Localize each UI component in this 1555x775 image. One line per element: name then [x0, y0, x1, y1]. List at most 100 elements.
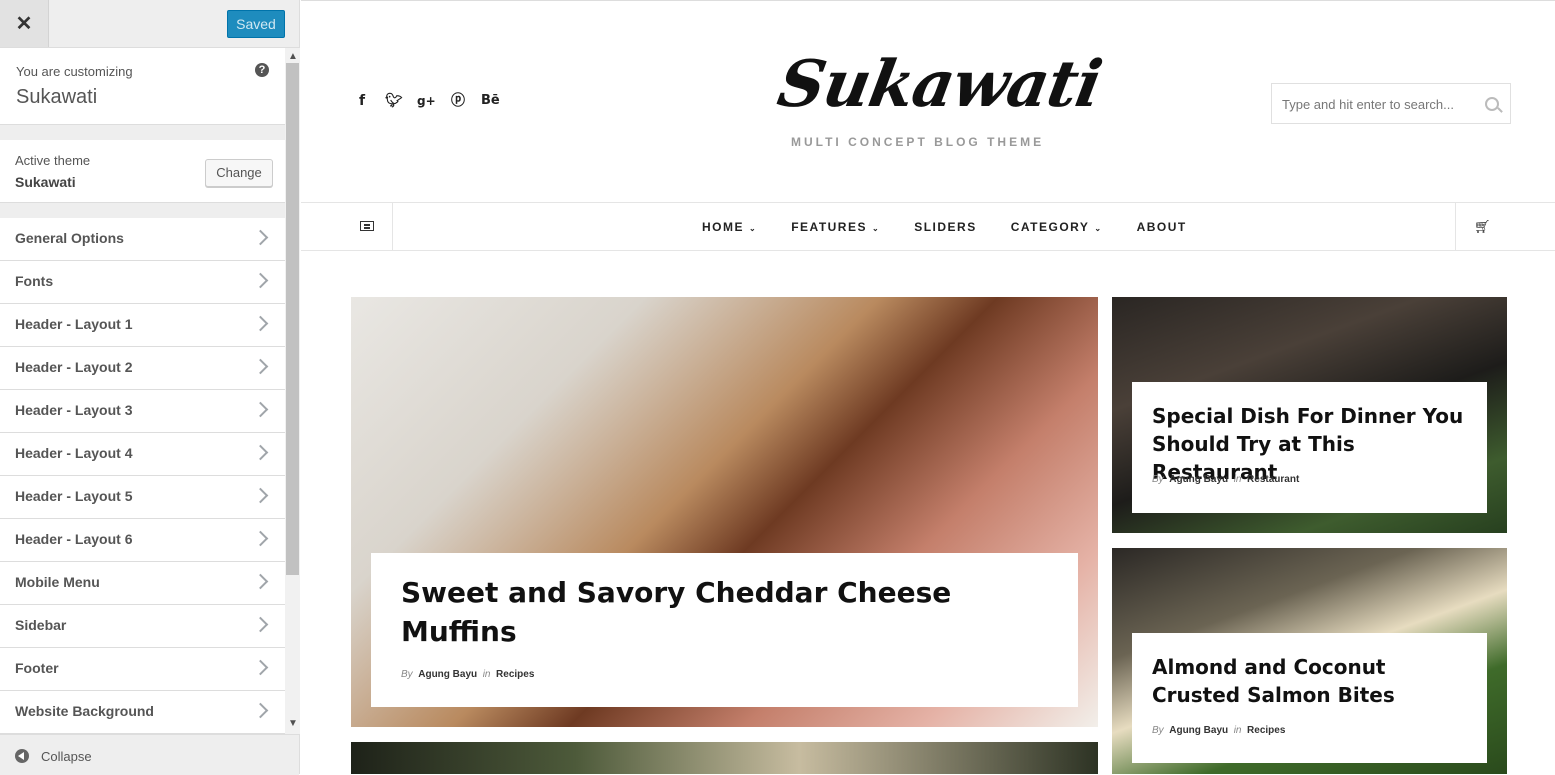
meta-in: in [1233, 474, 1242, 485]
scrollbar-thumb[interactable] [286, 63, 299, 575]
panel-header-layout-4[interactable]: Header - Layout 4 [0, 433, 285, 476]
site-logo[interactable]: Sukawati MULTI CONCEPT BLOG THEME [772, 47, 1106, 149]
chevron-right-icon [252, 702, 269, 719]
nav-item-sliders[interactable]: SLIDERS [914, 220, 977, 234]
panel-footer[interactable]: Footer [0, 648, 285, 691]
chevron-right-icon [252, 229, 269, 246]
post-category[interactable]: Recipes [1247, 725, 1285, 736]
customizer-footer: Collapse [0, 734, 299, 775]
nav-item-category[interactable]: CATEGORY ⌄ [1011, 220, 1103, 234]
meta-by: By [1152, 474, 1164, 485]
meta-in: in [1233, 725, 1242, 736]
panel-label: Footer [15, 660, 59, 676]
site-tagline: MULTI CONCEPT BLOG THEME [791, 135, 1045, 149]
panel-label: Header - Layout 2 [15, 359, 133, 375]
side-post-card: Almond and Coconut Crusted Salmon Bites … [1132, 633, 1487, 763]
panel-website-background[interactable]: Website Background [0, 691, 285, 734]
meta-by: By [401, 669, 413, 680]
chevron-right-icon [252, 487, 269, 504]
collapse-icon[interactable] [15, 749, 29, 763]
panel-label: Header - Layout 1 [15, 316, 133, 332]
customizing-site-title: Sukawati [16, 86, 98, 108]
panel-label: Header - Layout 5 [15, 488, 133, 504]
customizer-scrollbar[interactable]: ▲ ▼ [285, 48, 300, 734]
post-category[interactable]: Recipes [496, 669, 534, 680]
panel-header-layout-2[interactable]: Header - Layout 2 [0, 347, 285, 390]
close-icon: ✕ [15, 12, 33, 35]
nav-label: ABOUT [1136, 219, 1187, 234]
customizer-panel: ✕ Saved You are customizing Sukawati ? A… [0, 0, 300, 775]
panel-header-layout-6[interactable]: Header - Layout 6 [0, 519, 285, 562]
behance-icon[interactable]: Bē [481, 92, 500, 110]
social-links: f 🐦︎ g+ ⓟ Bē [353, 92, 500, 110]
panel-fonts[interactable]: Fonts [0, 261, 285, 304]
main-navigation: HOME ⌄ FEATURES ⌄ SLIDERS CATEGORY ⌄ ABOUT … [301, 202, 1555, 251]
chevron-right-icon [252, 315, 269, 332]
change-theme-button[interactable]: Change [205, 159, 273, 187]
panel-label: General Options [15, 230, 124, 246]
panel-label: Header - Layout 4 [15, 445, 133, 461]
close-button[interactable]: ✕ [0, 0, 49, 47]
chevron-down-icon: ⌄ [871, 223, 881, 233]
newspaper-icon [360, 221, 374, 231]
facebook-icon[interactable]: f [353, 92, 371, 110]
chevron-right-icon [252, 530, 269, 547]
site-preview: f 🐦︎ g+ ⓟ Bē Sukawati MULTI CONCEPT BLOG… [301, 0, 1555, 774]
saved-button[interactable]: Saved [227, 10, 285, 38]
meta-by: By [1152, 725, 1164, 736]
nav-label: SLIDERS [914, 219, 977, 234]
search-icon[interactable] [1485, 97, 1499, 111]
nav-label: CATEGORY [1010, 219, 1090, 234]
chevron-right-icon [252, 616, 269, 633]
chevron-right-icon [252, 401, 269, 418]
panel-label: Header - Layout 3 [15, 402, 133, 418]
help-icon[interactable]: ? [255, 63, 269, 77]
news-toggle[interactable] [301, 203, 393, 250]
customizer-header: ✕ Saved [0, 0, 299, 48]
post-author[interactable]: Agung Bayu [1169, 725, 1228, 736]
customizing-label: You are customizing [16, 64, 133, 79]
customizing-info: You are customizing Sukawati ? [0, 48, 285, 125]
scroll-up-arrow-icon[interactable]: ▲ [288, 51, 298, 62]
search-input[interactable] [1282, 94, 1472, 114]
spacer [0, 125, 285, 140]
post-title[interactable]: Almond and Coconut Crusted Salmon Bites [1152, 653, 1472, 709]
nav-label: HOME [702, 219, 744, 234]
nav-item-features[interactable]: FEATURES ⌄ [791, 220, 880, 234]
post-meta: By Agung Bayu in Recipes [1152, 725, 1285, 736]
google-plus-icon[interactable]: g+ [417, 92, 436, 110]
post-image[interactable] [351, 742, 1098, 774]
collapse-button[interactable]: Collapse [41, 749, 92, 764]
logo-text: Sukawati [772, 47, 1107, 122]
panel-label: Fonts [15, 273, 54, 289]
scroll-down-arrow-icon[interactable]: ▼ [288, 718, 298, 729]
post-meta: By Agung Bayu in Recipes [401, 669, 534, 680]
panel-sidebar[interactable]: Sidebar [0, 605, 285, 648]
cart-button[interactable]: 🛒︎ [1455, 203, 1555, 250]
panel-header-layout-5[interactable]: Header - Layout 5 [0, 476, 285, 519]
panel-header-layout-1[interactable]: Header - Layout 1 [0, 304, 285, 347]
chevron-right-icon [252, 573, 269, 590]
side-post-card: Special Dish For Dinner You Should Try a… [1132, 382, 1487, 513]
twitter-icon[interactable]: 🐦︎ [385, 92, 403, 110]
featured-post-card: Sweet and Savory Cheddar Cheese Muffins … [371, 553, 1078, 707]
pinterest-icon[interactable]: ⓟ [449, 92, 467, 110]
panel-header-layout-3[interactable]: Header - Layout 3 [0, 390, 285, 433]
active-theme-name: Sukawati [15, 174, 76, 190]
post-meta: By Agung Bayu in Restaurant [1152, 474, 1299, 485]
nav-item-about[interactable]: ABOUT [1137, 220, 1187, 234]
post-author[interactable]: Agung Bayu [1169, 474, 1228, 485]
post-author[interactable]: Agung Bayu [418, 669, 477, 680]
post-title[interactable]: Sweet and Savory Cheddar Cheese Muffins [401, 573, 961, 651]
post-category[interactable]: Restaurant [1247, 474, 1299, 485]
active-theme-section: Active theme Sukawati Change [0, 140, 285, 203]
nav-item-home[interactable]: HOME ⌄ [702, 220, 757, 234]
spacer [0, 203, 285, 218]
panel-mobile-menu[interactable]: Mobile Menu [0, 562, 285, 605]
panel-general-options[interactable]: General Options [0, 218, 285, 261]
chevron-right-icon [252, 659, 269, 676]
panel-label: Header - Layout 6 [15, 531, 133, 547]
panel-label: Sidebar [15, 617, 67, 633]
shopping-cart-icon: 🛒︎ [1474, 220, 1491, 235]
meta-in: in [482, 669, 491, 680]
